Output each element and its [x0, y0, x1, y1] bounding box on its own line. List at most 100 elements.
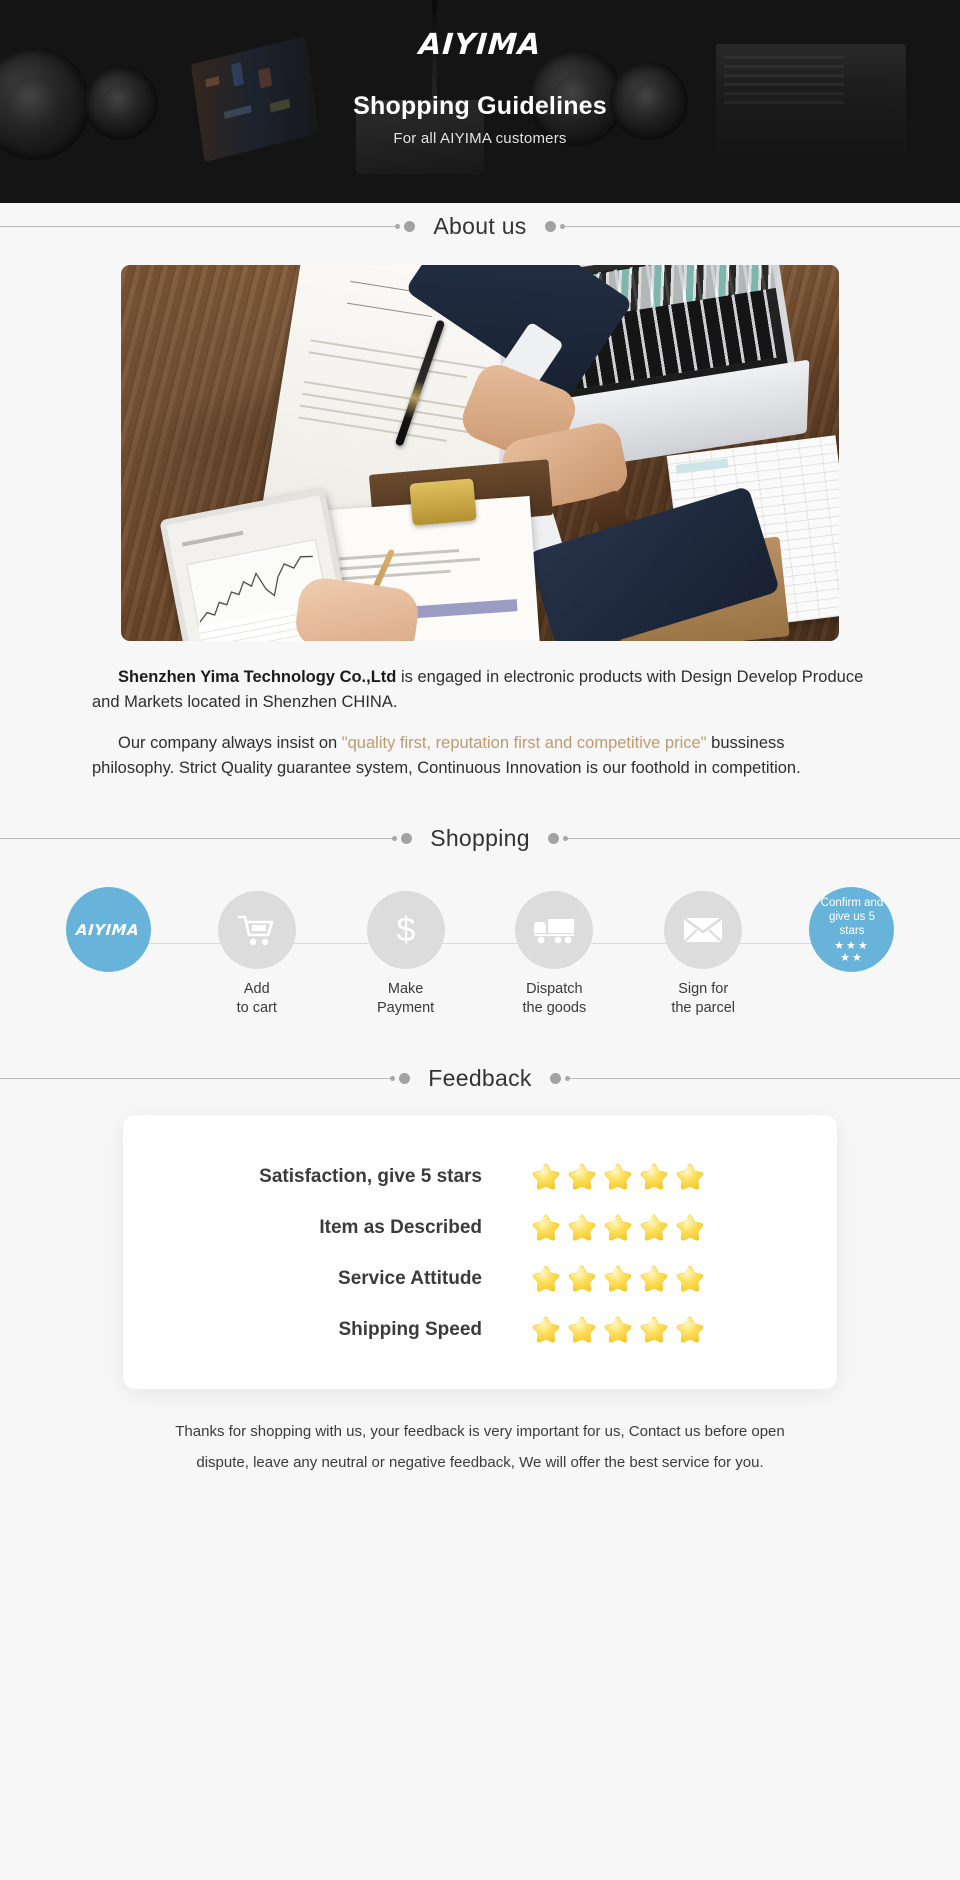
section-title-feedback: Feedback: [428, 1064, 532, 1091]
step-circle-brand: AIYIMA: [65, 887, 151, 973]
step-dispatch-goods: Dispatch the goods: [488, 891, 620, 1018]
feedback-label: Service Attitude: [338, 1267, 482, 1289]
star-icon: [604, 1265, 632, 1292]
divider-dot-large-left: [399, 1072, 411, 1084]
company-motto-quote: "quality first, reputation first and com…: [341, 734, 707, 753]
divider-dot-large-left: [401, 832, 413, 844]
feedback-row: Satisfaction, give 5 stars: [123, 1151, 837, 1202]
dollar-sign-icon: $: [389, 909, 423, 951]
step-circle-add-to-cart: [217, 891, 296, 970]
divider-dot-large-right: [544, 220, 556, 232]
step-label-line2: Payment: [376, 1000, 435, 1017]
step-circle-sign-parcel: [664, 891, 743, 970]
feedback-rating-card: Satisfaction, give 5 stars Item as Descr…: [123, 1115, 837, 1390]
star-icon: [640, 1316, 668, 1343]
step-label-line1: Sign for: [678, 981, 729, 998]
step-label-line1: Dispatch: [526, 981, 583, 998]
envelope-icon: [682, 915, 724, 945]
divider-dot-large-left: [404, 220, 416, 232]
about-section: Shenzhen Yima Technology Co.,Ltd is enga…: [0, 265, 960, 781]
step-label-dispatch-goods: Dispatch the goods: [488, 980, 620, 1018]
company-name: Shenzhen Yima Technology Co.,Ltd: [118, 668, 397, 686]
divider-dot-small-left: [395, 223, 401, 229]
section-title-about: About us: [433, 212, 527, 239]
star-icon: [640, 1265, 668, 1292]
feedback-label: Item as Described: [319, 1216, 482, 1238]
star-icon: [532, 1265, 560, 1292]
star-icon: [532, 1163, 560, 1190]
feedback-label: Shipping Speed: [338, 1318, 482, 1340]
star-icon: [604, 1316, 632, 1343]
shopping-section-divider: Shopping: [0, 815, 960, 861]
divider-line-left: [0, 837, 393, 839]
divider-dot-small-left: [392, 835, 398, 841]
divider-line-left: [0, 1077, 391, 1079]
five-stars-icon: ★★★ ★★: [834, 939, 870, 964]
step-circle-make-payment: $: [366, 891, 445, 970]
divider-line-left: [0, 225, 396, 227]
star-icon: [676, 1265, 704, 1292]
divider-dot-small-left: [390, 1075, 396, 1081]
svg-text:$: $: [396, 911, 415, 949]
footer-message: Thanks for shopping with us, your feedba…: [50, 1417, 910, 1479]
step-label-sign-parcel: Sign for the parcel: [637, 980, 769, 1018]
delivery-truck-icon: [532, 915, 576, 945]
star-icon: [676, 1316, 704, 1343]
about-description: Shenzhen Yima Technology Co.,Ltd is enga…: [80, 665, 880, 781]
step-label-line1: Make: [387, 981, 424, 998]
footer-line-2: dispute, leave any neutral or negative f…: [196, 1454, 764, 1472]
step-sign-parcel: Sign for the parcel: [637, 891, 769, 1018]
star-icon: [676, 1214, 704, 1241]
star-icon: [640, 1163, 668, 1190]
step-circle-confirm-rate: Confirm and give us 5 stars ★★★ ★★: [809, 887, 895, 973]
feedback-star-rating: [530, 1212, 760, 1243]
step-brand-aiyima: AIYIMA: [42, 887, 174, 973]
shopping-cart-icon: [237, 912, 277, 948]
feedback-row: Shipping Speed: [123, 1304, 837, 1355]
shopping-guidelines-page: AIYIMA Shopping Guidelines For all AIYIM…: [0, 0, 960, 1880]
feedback-row: Item as Described: [123, 1202, 837, 1253]
feedback-label: Satisfaction, give 5 stars: [259, 1165, 482, 1187]
star-icon: [676, 1163, 704, 1190]
step-make-payment: $ Make Payment: [340, 891, 472, 1018]
footer-line-1: Thanks for shopping with us, your feedba…: [175, 1423, 785, 1441]
step-label-add-to-cart: Add to cart: [191, 980, 323, 1018]
feedback-row: Service Attitude: [123, 1253, 837, 1304]
aiyima-brand-logo: AIYIMA: [417, 27, 543, 61]
about-paragraph-2-pre: Our company always insist on: [118, 734, 342, 753]
step-label-make-payment: Make Payment: [340, 980, 472, 1018]
page-title: Shopping Guidelines: [353, 92, 607, 120]
clipboard-metal-clip: [409, 478, 477, 526]
about-paragraph-1: Shenzhen Yima Technology Co.,Ltd is enga…: [92, 665, 868, 715]
business-handshake-photo: [121, 265, 839, 641]
section-title-shopping: Shopping: [430, 824, 530, 851]
confirm-text-line1: Confirm and: [820, 896, 884, 909]
star-icon: [604, 1163, 632, 1190]
divider-dot-large-right: [547, 832, 559, 844]
feedback-star-rating: [530, 1314, 760, 1345]
step-label-line1: Add: [243, 981, 270, 998]
stars-row-2: ★★: [840, 951, 864, 964]
step-label-line2: the goods: [522, 1000, 587, 1017]
star-icon: [640, 1214, 668, 1241]
step-label-line2: the parcel: [671, 1000, 736, 1017]
step-confirm-and-rate: Confirm and give us 5 stars ★★★ ★★: [786, 887, 918, 973]
page-subtitle: For all AIYIMA customers: [393, 130, 567, 147]
star-icon: [568, 1265, 596, 1292]
hero-banner: AIYIMA Shopping Guidelines For all AIYIM…: [0, 0, 960, 203]
divider-line-right: [567, 837, 960, 839]
star-icon: [532, 1214, 560, 1241]
feedback-star-rating: [530, 1161, 760, 1192]
feedback-star-rating: [530, 1263, 760, 1294]
step-circle-dispatch-goods: [515, 891, 594, 970]
divider-line-right: [569, 1077, 960, 1079]
step-label-line2: to cart: [236, 1000, 277, 1017]
aiyima-logo-icon: AIYIMA: [75, 920, 141, 939]
shopping-process-steps: AIYIMA Add to cart $ Make Payment Dispat…: [0, 887, 960, 1041]
star-icon: [568, 1316, 596, 1343]
divider-line-right: [564, 225, 960, 227]
stars-row-1: ★★★: [834, 939, 870, 952]
divider-dot-large-right: [549, 1072, 561, 1084]
step-add-to-cart: Add to cart: [191, 891, 323, 1018]
star-icon: [568, 1163, 596, 1190]
